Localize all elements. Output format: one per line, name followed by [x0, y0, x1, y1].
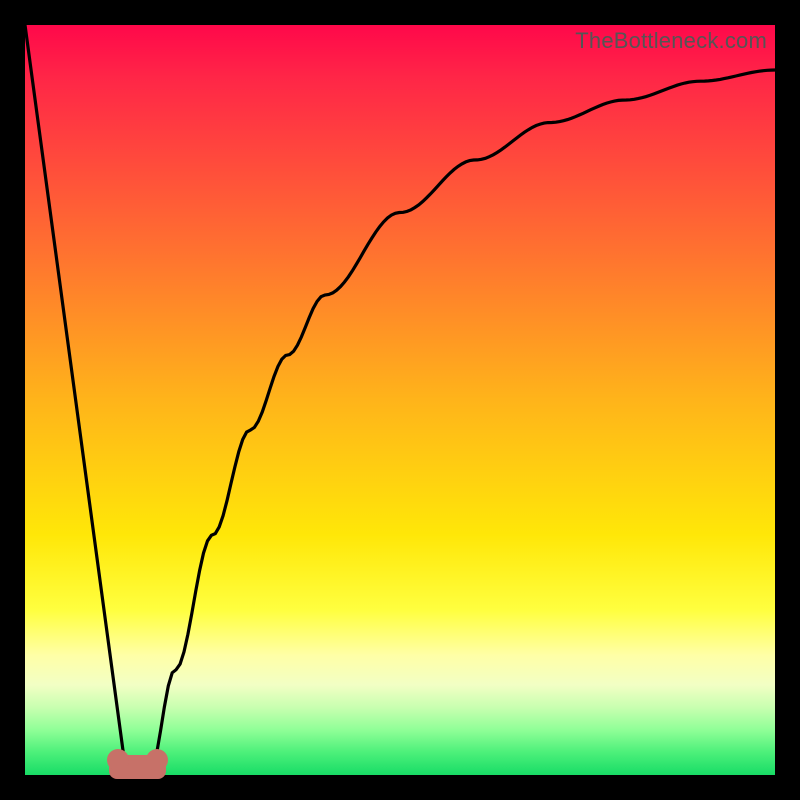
chart-frame: TheBottleneck.com: [0, 0, 800, 800]
right-branch-line: [149, 70, 775, 775]
valley-marker: [109, 755, 167, 779]
left-branch-line: [25, 25, 126, 775]
curve-layer: [25, 25, 775, 775]
plot-area: TheBottleneck.com: [25, 25, 775, 775]
